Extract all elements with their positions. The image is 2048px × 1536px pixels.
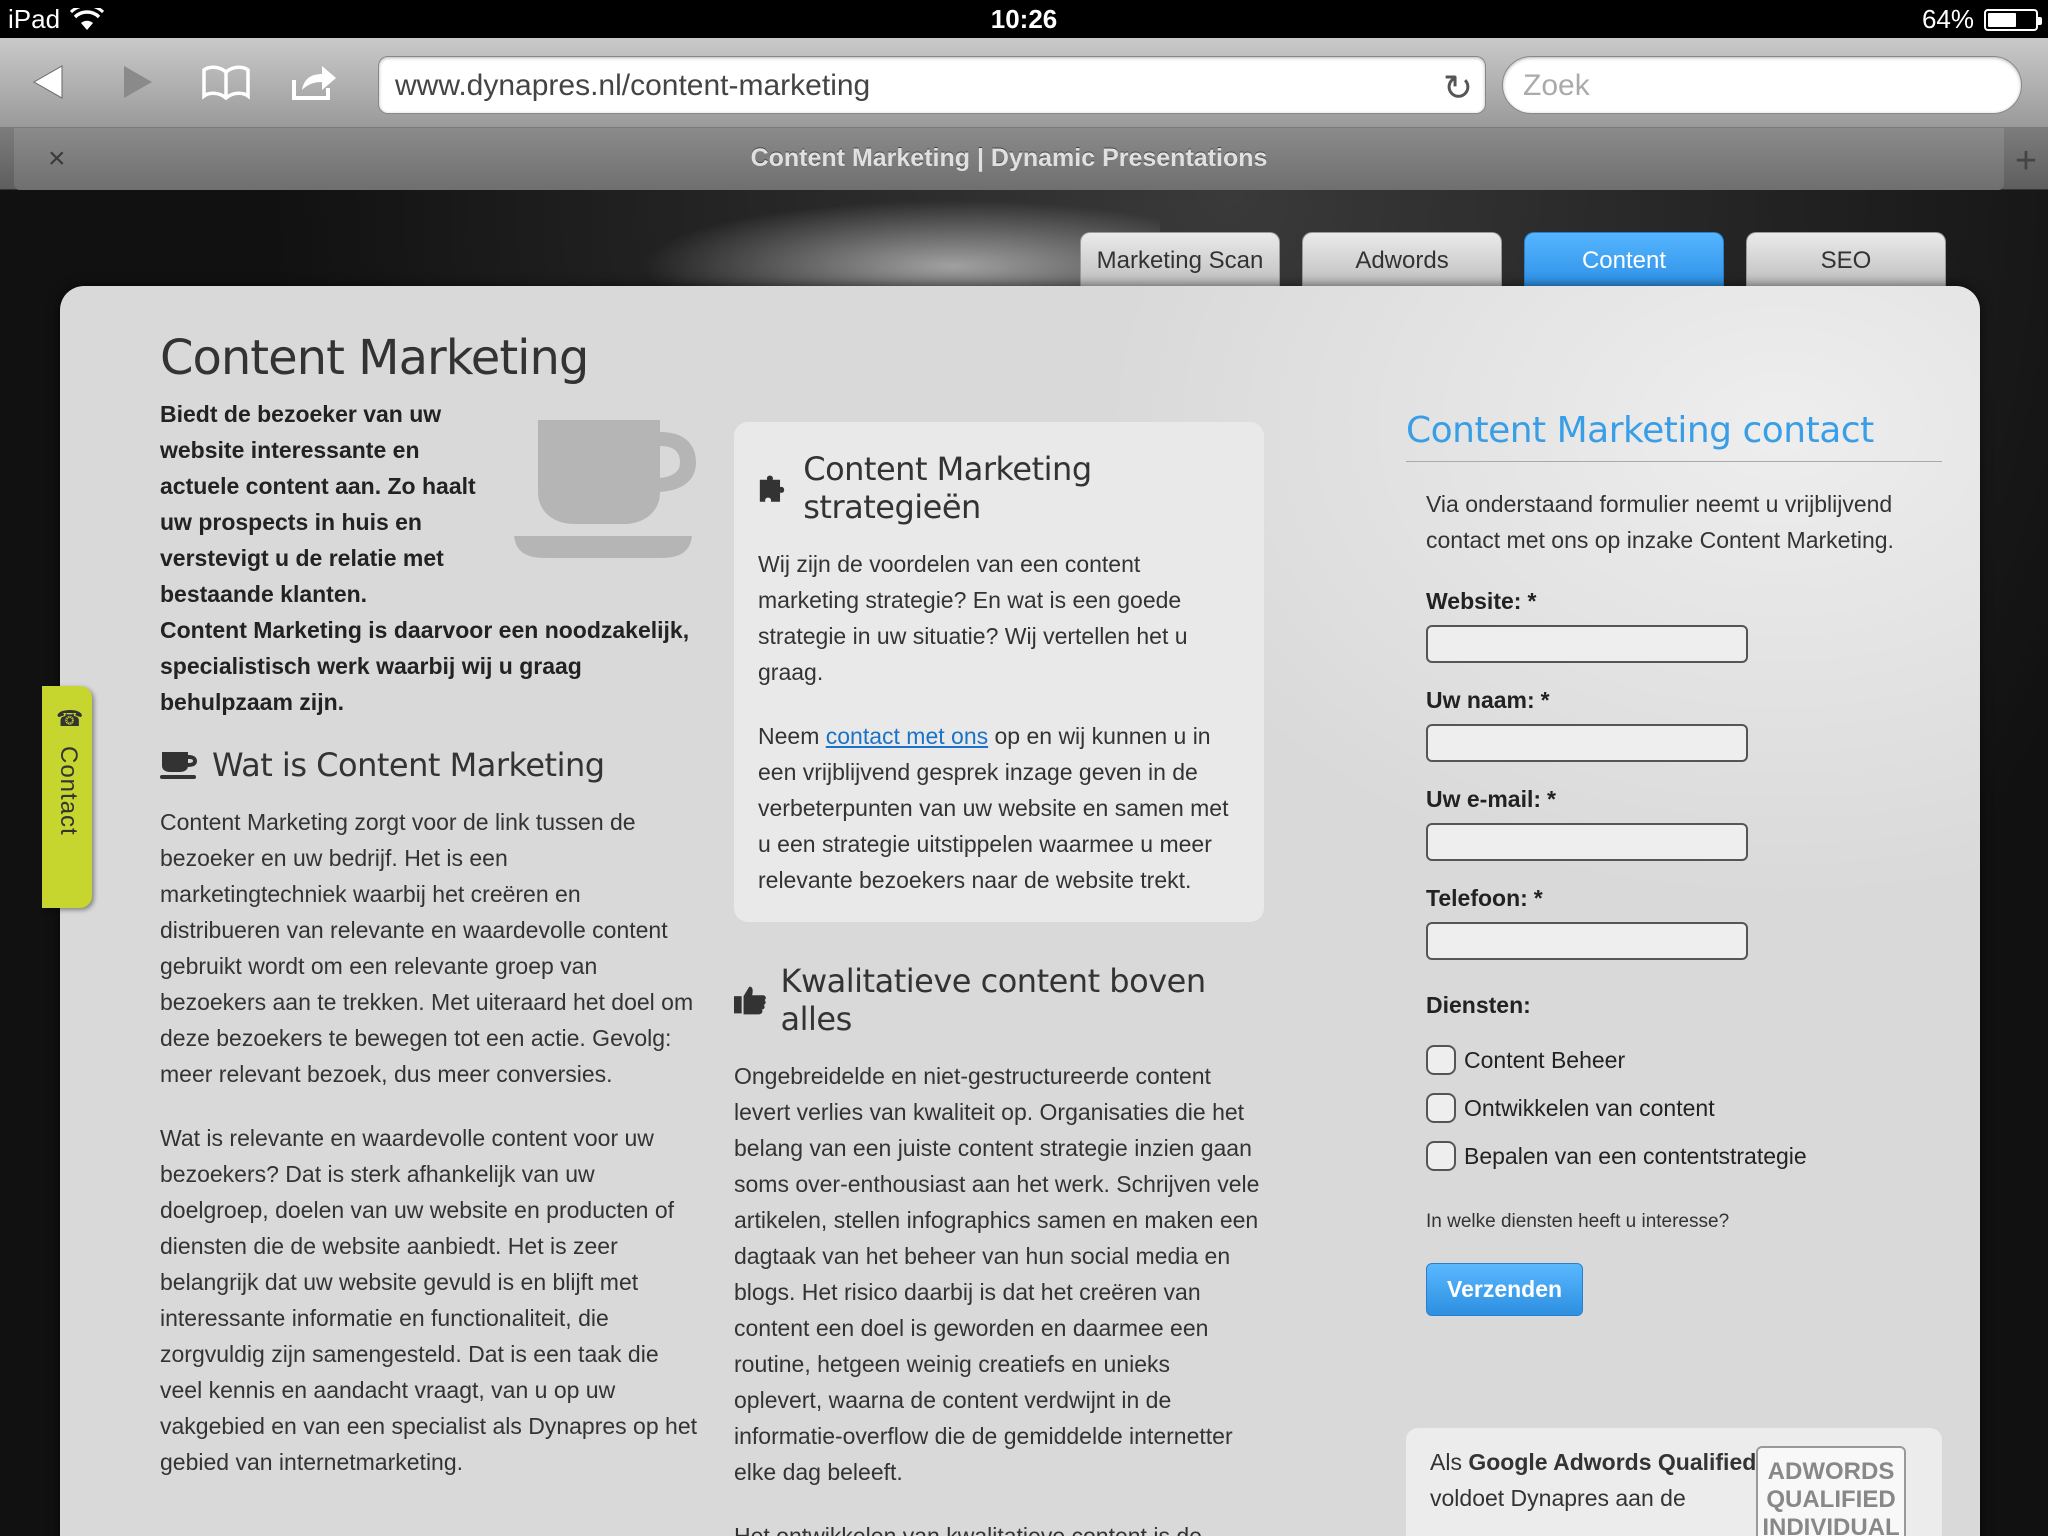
thumbs-up-icon <box>734 986 766 1015</box>
service-label: Ontwikkelen van content <box>1464 1094 1715 1121</box>
form-description: Via onderstaand formulier neemt u vrijbl… <box>1426 491 1894 553</box>
email-label: Uw e-mail: * <box>1426 786 1942 813</box>
badge-line: QUALIFIED <box>1766 1486 1896 1513</box>
contact-form: Via onderstaand formulier neemt u vrijbl… <box>1406 462 1942 1316</box>
label-text: Uw naam: <box>1426 687 1535 713</box>
service-checkbox[interactable] <box>1426 1045 1456 1075</box>
site-navigation: Marketing Scan Adwords Content SEO <box>1080 232 1946 288</box>
required-marker: * <box>1527 588 1537 614</box>
new-tab-icon[interactable]: + <box>2004 140 2048 183</box>
middle-column: Content Marketing strategieën Wij zijn d… <box>734 422 1264 1536</box>
adwords-qualified-badge: ADWORDS QUALIFIED INDIVIDUAL <box>1756 1446 1906 1536</box>
phone-label: Telefoon: * <box>1426 885 1942 912</box>
coffee-cup-icon <box>514 420 696 558</box>
adwords-box: Als Google Adwords Qualified Professiona… <box>1406 1428 1942 1536</box>
nav-content[interactable]: Content <box>1524 232 1724 288</box>
adwords-text: Als <box>1430 1449 1469 1475</box>
contact-form-title: Content Marketing contact <box>1406 410 1942 462</box>
puzzle-icon <box>759 475 785 502</box>
text-segment: Neem <box>758 723 826 749</box>
forward-icon[interactable] <box>108 56 168 108</box>
service-checkbox[interactable] <box>1426 1093 1456 1123</box>
paragraph: Neem contact met ons op en wij kunnen u … <box>758 718 1240 898</box>
search-placeholder: Zoek <box>1523 69 1590 102</box>
email-field[interactable] <box>1426 823 1748 861</box>
service-checkbox[interactable] <box>1426 1141 1456 1171</box>
required-marker: * <box>1533 885 1543 911</box>
intro-narrow: Biedt de bezoeker van uw website interes… <box>160 401 476 607</box>
service-option[interactable]: Bepalen van een contentstrategie <box>1426 1141 1942 1171</box>
required-marker: * <box>1547 786 1556 812</box>
label-text: Website: <box>1426 588 1522 614</box>
services-hint: In welke diensten heeft u interesse? <box>1426 1211 1730 1232</box>
service-option[interactable]: Content Beheer <box>1426 1045 1942 1075</box>
nav-adwords[interactable]: Adwords <box>1302 232 1502 288</box>
name-label: Uw naam: * <box>1426 687 1942 714</box>
name-field[interactable] <box>1426 724 1748 762</box>
paragraph: Content Marketing zorgt voor de link tus… <box>160 809 694 1087</box>
back-icon[interactable] <box>18 56 78 108</box>
strategy-box: Content Marketing strategieën Wij zijn d… <box>734 422 1264 922</box>
status-bar: iPad 10:26 64% <box>0 0 2048 38</box>
contact-tab-label: Contact <box>55 746 82 836</box>
required-marker: * <box>1540 687 1550 713</box>
tab-title: Content Marketing | Dynamic Presentation… <box>750 144 1268 172</box>
quality-heading: Kwalitatieve content boven alles <box>734 962 1264 1038</box>
battery-icon <box>1984 8 2042 31</box>
nav-marketing-scan[interactable]: Marketing Scan <box>1080 232 1280 288</box>
search-input[interactable]: Zoek <box>1502 56 2022 114</box>
quality-heading-text: Kwalitatieve content boven alles <box>780 962 1206 1038</box>
clock: 10:26 <box>990 4 1058 34</box>
service-option[interactable]: Ontwikkelen van content <box>1426 1093 1942 1123</box>
label-text: Telefoon: <box>1426 885 1528 911</box>
paragraph: Wat is relevante en waardevolle content … <box>160 1125 698 1475</box>
submit-button[interactable]: Verzenden <box>1426 1263 1584 1316</box>
url-text: www.dynapres.nl/content-marketing <box>395 69 871 102</box>
paragraph: Ongebreidelde en niet-gestructureerde co… <box>734 1063 1260 1485</box>
paragraph: Het ontwikkelen van kwalitatieve content… <box>734 1523 1202 1536</box>
reload-icon[interactable]: ↻ <box>1443 67 1473 109</box>
share-icon[interactable] <box>284 56 344 108</box>
services-label: Diensten: <box>1426 992 1531 1018</box>
web-page: Marketing Scan Adwords Content SEO ☎ Con… <box>0 190 2048 1536</box>
page-title: Content Marketing <box>160 330 589 386</box>
intro-wide: Content Marketing is daarvoor een noodza… <box>160 617 690 715</box>
service-label: Bepalen van een contentstrategie <box>1464 1142 1807 1169</box>
label-text: Uw e-mail: <box>1426 786 1542 812</box>
browser-toolbar: www.dynapres.nl/content-marketing ↻ Zoek <box>0 38 2048 128</box>
battery-percent: 64% <box>1921 4 1974 34</box>
phone-field[interactable] <box>1426 922 1748 960</box>
url-field[interactable]: www.dynapres.nl/content-marketing ↻ <box>378 56 1486 114</box>
left-column: Content Marketing Biedt de bezoeker van … <box>160 330 700 1508</box>
strategy-heading-text: Content Marketing strategieën <box>803 450 1092 526</box>
contact-side-tab[interactable]: ☎ Contact <box>42 686 92 908</box>
coffee-icon <box>160 752 197 779</box>
contact-link[interactable]: contact met ons <box>826 723 988 749</box>
badge-line: INDIVIDUAL <box>1762 1514 1900 1536</box>
bookmarks-icon[interactable] <box>196 56 256 108</box>
tab-bar: × Content Marketing | Dynamic Presentati… <box>0 128 2048 190</box>
section-heading-wat-is: Wat is Content Marketing <box>160 746 700 784</box>
service-label: Content Beheer <box>1464 1046 1626 1073</box>
adwords-text: voldoet Dynapres aan de <box>1430 1485 1686 1511</box>
website-label: Website: * <box>1426 588 1942 615</box>
tab-content-marketing[interactable]: × Content Marketing | Dynamic Presentati… <box>14 128 2004 190</box>
nav-seo[interactable]: SEO <box>1746 232 1946 288</box>
badge-line: ADWORDS <box>1767 1458 1895 1485</box>
section-heading-text: Wat is Content Marketing <box>212 746 605 784</box>
website-field[interactable] <box>1426 625 1748 663</box>
contact-form-column: Content Marketing contact Via onderstaan… <box>1406 410 1942 1316</box>
headset-icon: ☎ <box>56 706 84 731</box>
paragraph: Wij zijn de voordelen van een content ma… <box>758 551 1188 685</box>
strategy-heading: Content Marketing strategieën <box>758 450 1240 526</box>
